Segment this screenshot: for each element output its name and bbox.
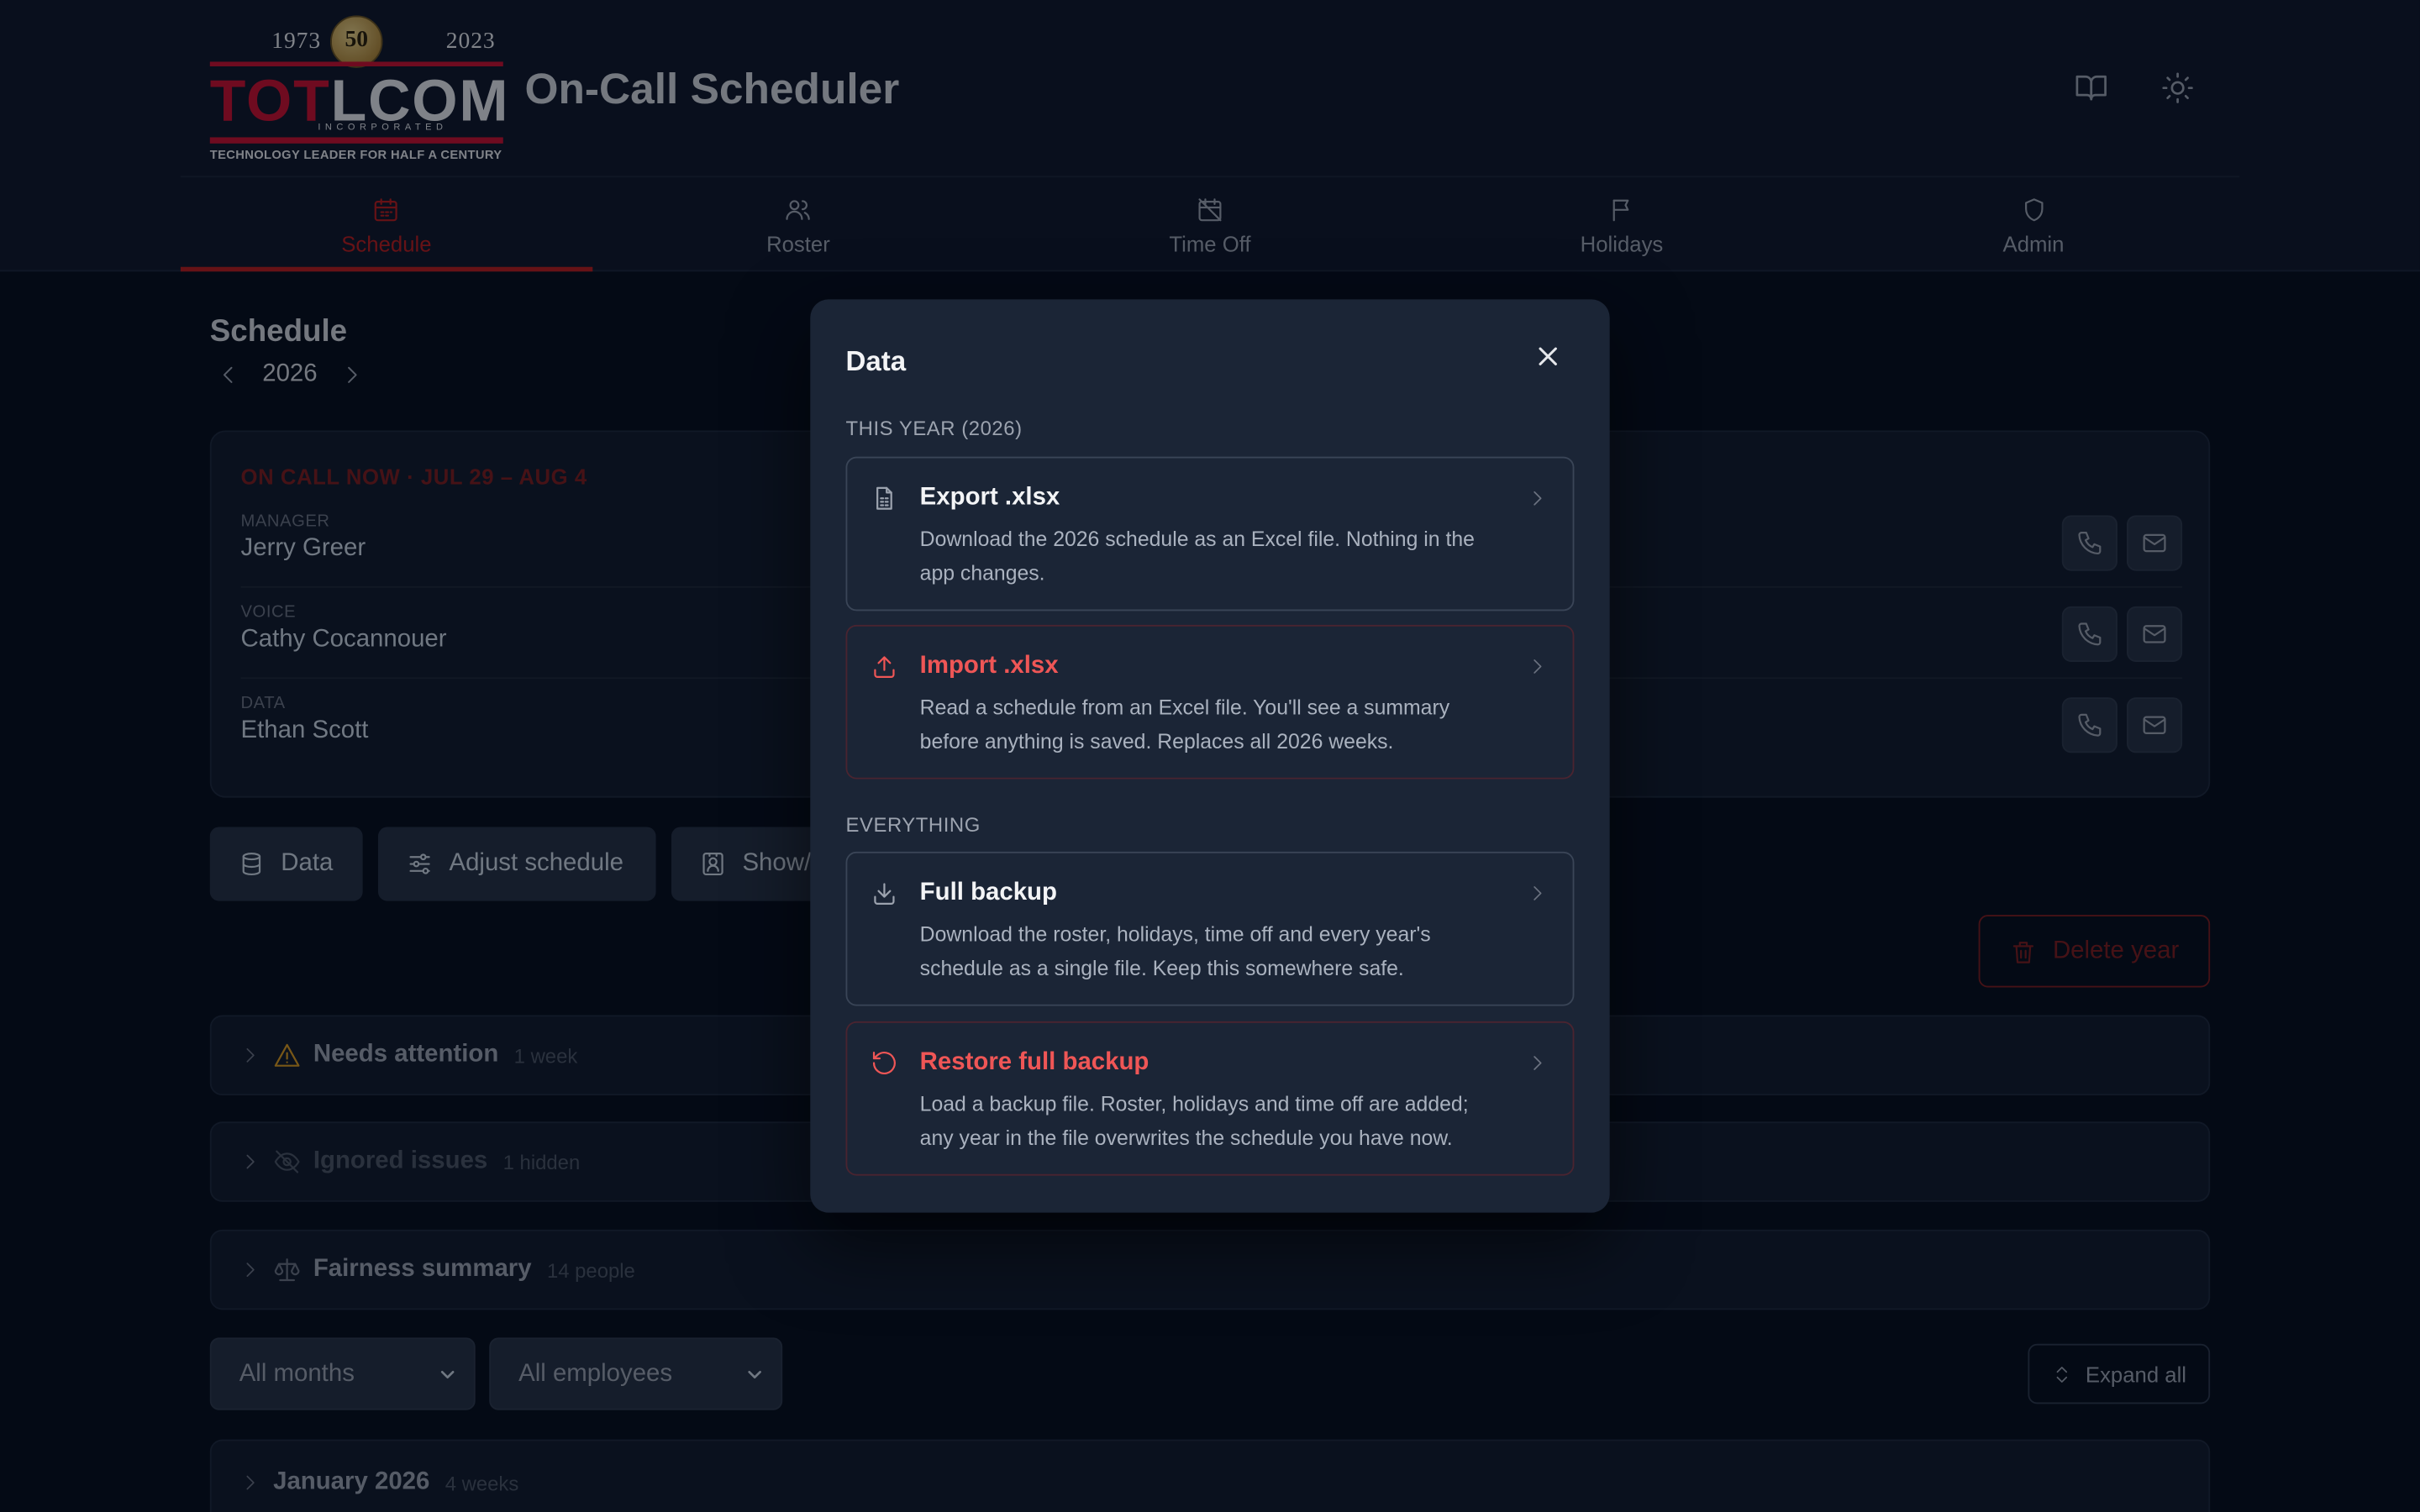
chevron-right-icon [1534,659,1542,674]
export-xlsx-option[interactable]: Export .xlsx Download the 2026 schedule … [845,456,1575,612]
import-xlsx-option[interactable]: Import .xlsx Read a schedule from an Exc… [845,624,1575,780]
upload-icon [874,656,895,678]
section-everything: EVERYTHING [845,812,981,837]
close-dialog-button[interactable] [1529,338,1566,375]
chevron-right-icon [1534,1056,1542,1070]
spreadsheet-file-icon [876,486,892,510]
full-backup-option[interactable]: Full backup Download the roster, holiday… [845,851,1575,1006]
restore-backup-option[interactable]: Restore full backup Load a backup file. … [845,1021,1575,1176]
dialog-title: Data [845,345,907,377]
close-icon [1539,347,1557,365]
chevron-right-icon [1534,886,1542,900]
download-icon [874,883,895,905]
section-this-year: THIS YEAR (2026) [845,416,1023,440]
data-dialog: Data THIS YEAR (2026) Export .xlsx Downl… [810,299,1610,1213]
app-stage: 1973 2023 50 TOTLCOM INCORPORATED TECHNO… [0,0,2420,1512]
chevron-right-icon [1534,491,1542,506]
rotate-ccw-icon [872,1051,896,1074]
